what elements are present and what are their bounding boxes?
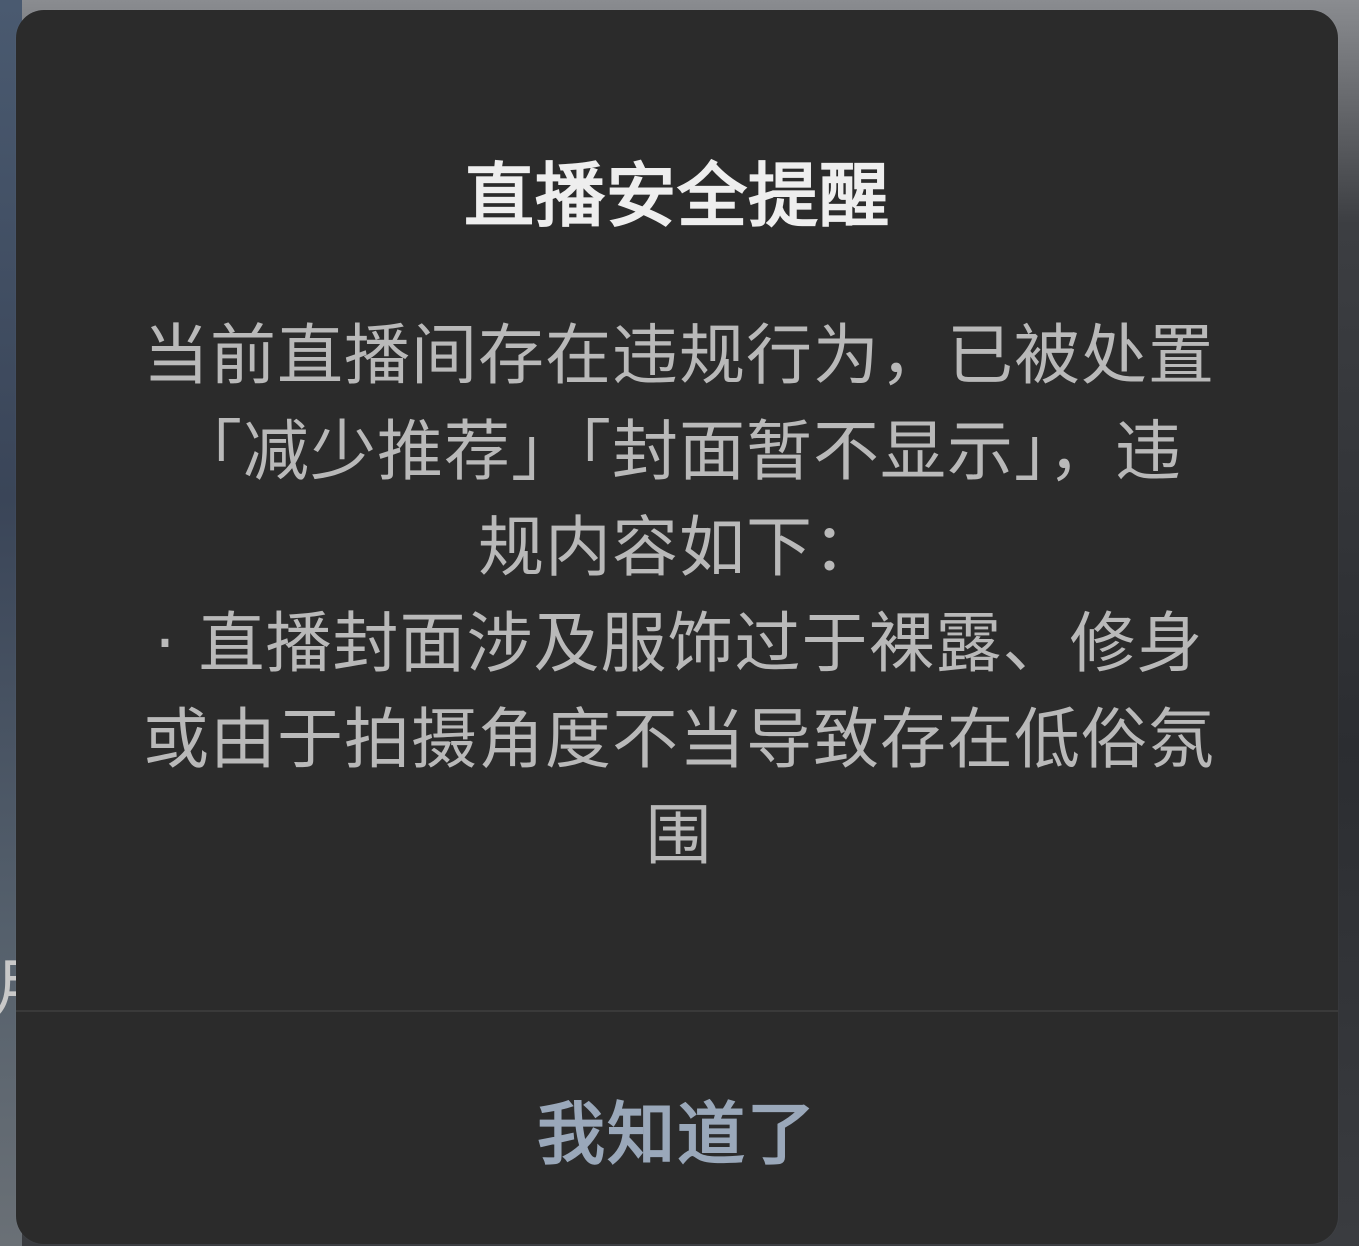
safety-alert-dialog: 直播安全提醒 当前直播间存在违规行为，已被处置 「减少推荐」「封面暂不显示」，违… — [16, 10, 1338, 1244]
message-line: 或由于拍摄角度不当导致存在低俗氛 — [143, 701, 1215, 778]
acknowledge-button-label: 我知道了 — [536, 1096, 817, 1173]
message-line: 规内容如下： — [478, 509, 880, 586]
message-line: 当前直播间存在违规行为，已被处置 — [143, 317, 1215, 394]
message-line: · 直播封面涉及服饰过于裸露、修身 — [154, 605, 1204, 682]
dialog-message: 当前直播间存在违规行为，已被处置 「减少推荐」「封面暂不显示」，违 规内容如下：… — [124, 308, 1234, 884]
message-line: 「减少推荐」「封面暂不显示」，违 — [176, 413, 1182, 490]
message-line: 围 — [645, 797, 713, 874]
dialog-title: 直播安全提醒 — [464, 155, 890, 237]
acknowledge-button[interactable]: 我知道了 — [16, 1012, 1338, 1244]
